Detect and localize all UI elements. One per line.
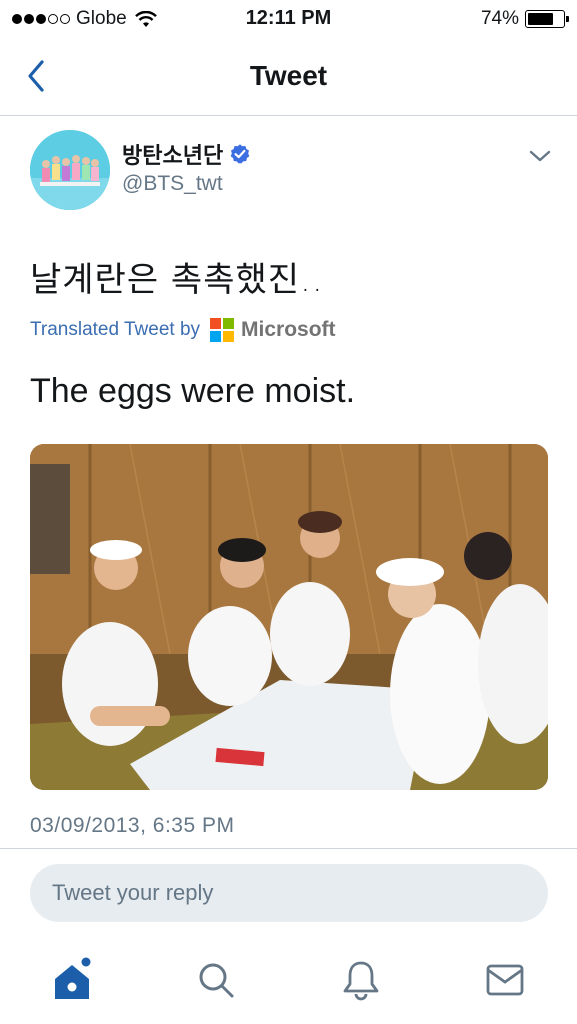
tab-search[interactable] — [192, 956, 240, 1004]
status-bar: Globe 12:11 PM 74% — [0, 0, 577, 38]
tweet-timestamp: 03/09/2013, 6:35 PM — [30, 814, 235, 837]
notification-dot — [81, 957, 91, 967]
status-right: 74% — [480, 8, 569, 30]
tab-bar — [0, 944, 577, 1024]
reply-placeholder: Tweet your reply — [52, 880, 214, 905]
verified-badge-icon — [230, 144, 250, 164]
reply-input[interactable]: Tweet your reply — [30, 864, 548, 922]
search-icon — [199, 963, 234, 998]
handle[interactable]: @BTS_twt — [122, 172, 223, 196]
page-title: Tweet — [249, 60, 328, 91]
tweet-text: 날계란은 촉촉했진.. — [30, 260, 324, 300]
tweet-options-button[interactable] — [527, 146, 553, 166]
bell-icon — [343, 961, 379, 1001]
tab-messages[interactable] — [481, 956, 529, 1004]
avatar[interactable] — [30, 130, 110, 210]
nav-header: Tweet — [0, 38, 577, 116]
divider — [0, 848, 577, 849]
tweet-photo-image — [30, 444, 548, 790]
translated-by: Translated Tweet by Microsoft — [30, 318, 336, 342]
display-name[interactable]: 방탄소년단 — [122, 138, 223, 170]
avatar-image — [30, 130, 110, 210]
tweet-photo[interactable] — [30, 444, 548, 790]
battery-percent: 74% — [480, 8, 519, 29]
battery-icon — [525, 10, 569, 28]
tab-home[interactable] — [48, 956, 96, 1004]
battery-fill — [528, 13, 554, 25]
tab-notifications[interactable] — [337, 956, 385, 1004]
translator-name: Microsoft — [241, 318, 336, 341]
microsoft-logo-icon — [210, 318, 235, 342]
tweet-translation: The eggs were moist. — [30, 372, 356, 410]
mail-icon — [486, 964, 524, 996]
home-icon — [55, 957, 91, 999]
name-row: 방탄소년단 — [122, 138, 251, 170]
chevron-down-icon — [529, 150, 551, 162]
translated-label: Translated Tweet by — [30, 319, 201, 340]
